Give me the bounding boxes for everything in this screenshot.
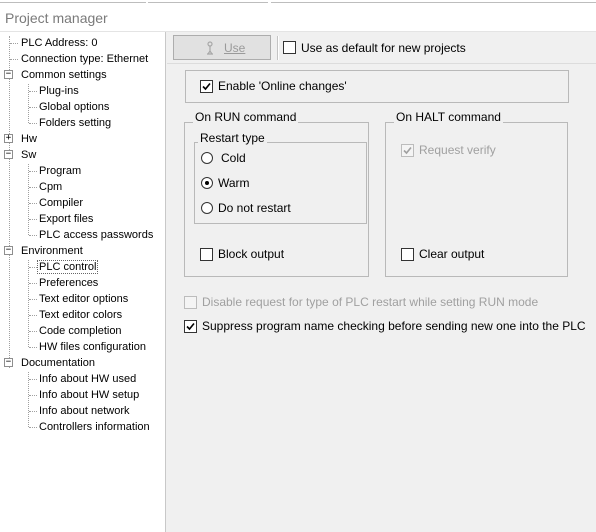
tree-item-hw-files-configuration[interactable]: HW files configuration	[38, 339, 147, 355]
person-plug-icon	[207, 41, 213, 55]
warm-label: Warm	[218, 176, 250, 190]
tree-branch	[29, 171, 37, 172]
enable-online-changes-label: Enable 'Online changes'	[218, 79, 347, 93]
clear-output-checkbox[interactable]	[401, 248, 414, 261]
clear-output-label: Clear output	[419, 247, 485, 261]
tree-guide-line	[9, 36, 10, 368]
tree-branch	[29, 283, 37, 284]
tree-item-preferences[interactable]: Preferences	[38, 275, 99, 291]
disable-restart-request-label: Disable request for type of PLC restart …	[202, 295, 539, 309]
tree-item-common-settings[interactable]: Common settings	[20, 67, 108, 83]
project-tree[interactable]: PLC Address: 0 Connection type: Ethernet…	[0, 32, 166, 532]
tree-guide-line	[28, 164, 29, 235]
do-not-restart-label: Do not restart	[218, 201, 291, 215]
settings-panel: Use Use as default for new projects Enab…	[167, 32, 596, 532]
tree-item-code-completion[interactable]: Code completion	[38, 323, 123, 339]
tree-item-plug-ins[interactable]: Plug-ins	[38, 83, 80, 99]
tree-branch	[29, 219, 37, 220]
top-edge-segment	[0, 0, 146, 3]
tree-item-plc-access-passwords[interactable]: PLC access passwords	[38, 227, 154, 243]
tree-item-documentation[interactable]: Documentation	[20, 355, 96, 371]
tree-branch	[29, 331, 37, 332]
on-halt-title: On HALT command	[394, 110, 503, 124]
restart-type-title: Restart type	[198, 131, 267, 145]
top-edge-segment	[148, 0, 268, 3]
checkmark-icon	[186, 322, 195, 331]
tree-item-folders-setting[interactable]: Folders setting	[38, 115, 112, 131]
collapse-icon[interactable]: −	[4, 358, 13, 367]
collapse-icon[interactable]: −	[4, 150, 13, 159]
tree-item-text-editor-options[interactable]: Text editor options	[38, 291, 129, 307]
enable-online-changes-checkbox[interactable]	[200, 80, 213, 93]
tree-item-hw[interactable]: Hw	[20, 131, 38, 147]
request-verify-checkbox[interactable]	[401, 144, 414, 157]
cold-label: Cold	[221, 151, 246, 165]
top-edge-segment	[271, 0, 596, 3]
tree-item-sw[interactable]: Sw	[20, 147, 37, 163]
use-as-default-label: Use as default for new projects	[301, 41, 466, 55]
tree-branch	[29, 427, 37, 428]
tree-item-global-options[interactable]: Global options	[38, 99, 110, 115]
use-button-label: Use	[224, 41, 246, 55]
tree-branch	[10, 59, 18, 60]
tree-branch	[29, 379, 37, 380]
tree-item-info-network[interactable]: Info about network	[38, 403, 131, 419]
collapse-icon[interactable]: −	[4, 70, 13, 79]
tree-branch	[10, 43, 18, 44]
collapse-icon[interactable]: −	[4, 246, 13, 255]
tree-branch	[29, 347, 37, 348]
request-verify-label: Request verify	[419, 143, 496, 157]
do-not-restart-radio[interactable]	[201, 202, 213, 214]
expand-icon[interactable]: +	[4, 134, 13, 143]
tree-branch	[29, 315, 37, 316]
tree-guide-line	[28, 260, 29, 347]
use-as-default-checkbox[interactable]	[283, 41, 296, 54]
block-output-label: Block output	[218, 247, 285, 261]
disable-restart-request-checkbox[interactable]	[184, 296, 197, 309]
checkmark-icon	[403, 146, 412, 155]
tree-item-plc-control[interactable]: PLC control	[36, 259, 99, 275]
tree-branch	[29, 395, 37, 396]
tree-branch	[29, 187, 37, 188]
cold-radio[interactable]	[201, 152, 213, 164]
tree-guide-line	[28, 372, 29, 427]
tree-branch	[29, 299, 37, 300]
tree-branch	[29, 411, 37, 412]
radio-selected-dot	[205, 181, 209, 185]
checkmark-icon	[202, 82, 211, 91]
tree-item-environment[interactable]: Environment	[20, 243, 84, 259]
toolbar-separator	[277, 36, 279, 60]
use-button[interactable]: Use	[173, 35, 271, 60]
tree-item-info-hw-used[interactable]: Info about HW used	[38, 371, 137, 387]
tree-item-cpm[interactable]: Cpm	[38, 179, 63, 195]
tree-item-compiler[interactable]: Compiler	[38, 195, 84, 211]
tree-branch	[29, 267, 37, 268]
tree-branch	[29, 235, 37, 236]
tree-item-text-editor-colors[interactable]: Text editor colors	[38, 307, 123, 323]
block-output-checkbox[interactable]	[200, 248, 213, 261]
tree-item-export-files[interactable]: Export files	[38, 211, 94, 227]
warm-radio[interactable]	[201, 177, 213, 189]
toolbar-divider	[167, 63, 596, 64]
tree-branch	[29, 91, 37, 92]
suppress-name-checking-checkbox[interactable]	[184, 320, 197, 333]
tree-item-program[interactable]: Program	[38, 163, 82, 179]
tree-item-plc-address[interactable]: PLC Address: 0	[20, 35, 98, 51]
tree-branch	[29, 123, 37, 124]
window-titlebar: Project manager	[0, 5, 596, 32]
tree-item-connection-type[interactable]: Connection type: Ethernet	[20, 51, 149, 67]
tree-branch	[29, 203, 37, 204]
tree-guide-line	[28, 84, 29, 123]
tree-item-info-hw-setup[interactable]: Info about HW setup	[38, 387, 140, 403]
tree-item-controllers-information[interactable]: Controllers information	[38, 419, 151, 435]
window-title: Project manager	[5, 10, 108, 26]
panel-toolbar: Use Use as default for new projects	[171, 34, 596, 60]
tree-branch	[29, 107, 37, 108]
on-run-title: On RUN command	[193, 110, 299, 124]
suppress-name-checking-label: Suppress program name checking before se…	[202, 319, 586, 333]
